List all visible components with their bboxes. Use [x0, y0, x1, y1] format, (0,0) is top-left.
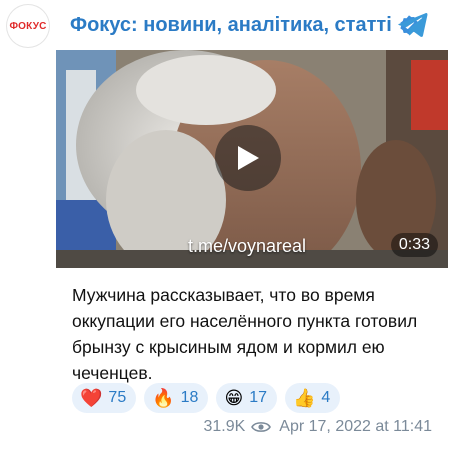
reaction-count: 17 [249, 389, 267, 406]
reaction-count: 18 [180, 389, 199, 406]
reaction-count: 4 [321, 389, 331, 406]
reaction-count: 75 [108, 389, 127, 406]
video-watermark: t.me/voynareal [188, 236, 307, 256]
thumbs-up-icon: 👍 [293, 388, 316, 408]
fire-icon: 🔥 [152, 388, 175, 408]
video-player[interactable]: t.me/voynareal 0:33 [56, 50, 448, 268]
post-timestamp[interactable]: Apr 17, 2022 at 11:41 [279, 418, 432, 436]
channel-name[interactable]: Фокус: новини, аналітика, статті [70, 14, 392, 37]
reaction-thumbs-up[interactable]: 👍 4 [285, 383, 341, 413]
post-text: Мужчина рассказывает, что во время оккуп… [72, 285, 418, 383]
reaction-heart[interactable]: ❤️ 75 [72, 383, 137, 413]
post-header: Фокус: новини, аналітика, статті [70, 0, 450, 50]
eye-icon [251, 422, 272, 432]
reaction-fire[interactable]: 🔥 18 [144, 383, 209, 413]
reactions-bar: ❤️ 75 🔥 18 😁 17 👍 4 [72, 383, 341, 413]
grin-icon: 😁 [224, 388, 244, 408]
channel-avatar[interactable]: ФОКУС [6, 4, 50, 48]
telegram-icon[interactable] [398, 12, 428, 38]
play-button[interactable] [215, 125, 281, 191]
video-duration: 0:33 [390, 233, 438, 257]
reaction-grin[interactable]: 😁 17 [216, 383, 277, 413]
post-card: Фокус: новини, аналітика, статті t.me/vo… [56, 0, 450, 458]
heart-icon: ❤️ [80, 388, 103, 408]
play-icon [238, 146, 259, 170]
post-meta: 31.9K Apr 17, 2022 at 11:41 [203, 418, 432, 436]
avatar-logo-text: ФОКУС [9, 20, 47, 32]
view-count: 31.9K [203, 418, 246, 435]
